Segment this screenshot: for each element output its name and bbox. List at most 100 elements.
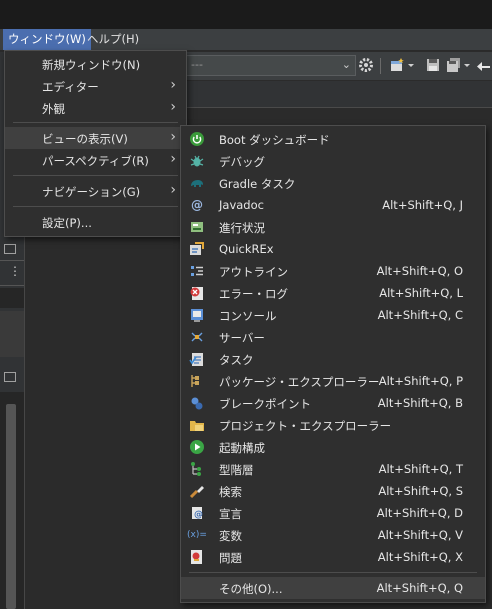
view-item-package-explorer[interactable]: パッケージ・エクスプローラー Alt+Shift+Q, P	[181, 370, 485, 392]
menu-item-label: 設定(P)...	[42, 216, 92, 230]
back-arrow-icon[interactable]	[476, 57, 492, 73]
divider	[0, 260, 24, 261]
declaration-icon: @	[189, 505, 205, 521]
view-item-tasks[interactable]: タスク	[181, 348, 485, 370]
menu-window[interactable]: ウィンドウ(W)	[3, 29, 91, 50]
menu-item-label: パースペクティブ(R)	[42, 154, 149, 168]
view-item-other[interactable]: その他(O)... Alt+Shift+Q, Q	[181, 577, 485, 599]
gear-icon[interactable]	[358, 57, 374, 73]
progress-icon	[189, 219, 205, 235]
vertical-scrollbar[interactable]	[6, 404, 16, 609]
menu-item-label: 外観	[42, 102, 65, 116]
menu-separator	[13, 175, 178, 176]
menu-item-navigation[interactable]: ナビゲーション(G) ›	[5, 180, 186, 202]
menu-bar: ウィンドウ(W) ヘルプ(H)	[0, 29, 492, 51]
view-item-project-explorer[interactable]: プロジェクト・エクスプローラー	[181, 414, 485, 436]
view-item-label: デバッグ	[219, 155, 265, 169]
window-title-bar	[0, 0, 492, 29]
view-item-shortcut: Alt+Shift+Q, C	[377, 308, 463, 322]
editor-tab-strip	[186, 81, 492, 108]
view-item-label: Gradle タスク	[219, 177, 296, 191]
dropdown-arrow-icon[interactable]	[407, 57, 415, 73]
view-item-outline[interactable]: アウトライン Alt+Shift+Q, O	[181, 260, 485, 282]
view-item-javadoc[interactable]: @ Javadoc Alt+Shift+Q, J	[181, 194, 485, 216]
view-item-error-log[interactable]: エラー・ログ Alt+Shift+Q, L	[181, 282, 485, 304]
toolbar-separator	[380, 58, 381, 74]
view-item-shortcut: Alt+Shift+Q, P	[378, 374, 463, 388]
menu-item-perspective[interactable]: パースペクティブ(R) ›	[5, 149, 186, 171]
view-body	[0, 311, 24, 357]
view-menu-icon[interactable]: ⋮	[9, 264, 21, 278]
view-item-label: ブレークポイント	[219, 397, 311, 411]
launch-target-combo[interactable]: --- ⌄	[186, 55, 356, 76]
restore-view-icon[interactable]	[4, 244, 16, 254]
variables-icon: (x)=	[187, 530, 207, 540]
view-item-label: 問題	[219, 551, 242, 565]
view-item-declaration[interactable]: @ 宣言 Alt+Shift+Q, D	[181, 502, 485, 524]
view-item-search[interactable]: 検索 Alt+Shift+Q, S	[181, 480, 485, 502]
view-item-breakpoints[interactable]: ブレークポイント Alt+Shift+Q, B	[181, 392, 485, 414]
view-item-shortcut: Alt+Shift+Q, T	[378, 462, 463, 476]
menu-item-label: ビューの表示(V)	[42, 132, 128, 146]
project-explorer-icon	[189, 417, 205, 433]
menu-help[interactable]: ヘルプ(H)	[82, 29, 144, 50]
problems-icon	[189, 549, 205, 565]
view-item-debug[interactable]: デバッグ	[181, 150, 485, 172]
view-item-shortcut: Alt+Shift+Q, S	[378, 484, 463, 498]
menu-separator	[189, 572, 477, 573]
view-item-quickrex[interactable]: QuickREx	[181, 238, 485, 260]
console-icon	[189, 307, 205, 323]
menu-item-label: 新規ウィンドウ(N)	[42, 58, 141, 72]
menu-item-new-window[interactable]: 新規ウィンドウ(N)	[5, 53, 186, 75]
divider	[0, 285, 24, 286]
menu-item-editor[interactable]: エディター ›	[5, 75, 186, 97]
view-item-label: パッケージ・エクスプローラー	[219, 375, 380, 389]
error-log-icon	[189, 285, 205, 301]
view-item-shortcut: Alt+Shift+Q, J	[382, 198, 463, 212]
view-item-label: 型階層	[219, 463, 254, 477]
view-item-shortcut: Alt+Shift+Q, X	[377, 550, 463, 564]
view-item-shortcut: Alt+Shift+Q, D	[376, 506, 463, 520]
save-icon[interactable]	[425, 57, 441, 73]
view-item-shortcut: Alt+Shift+Q, B	[377, 396, 463, 410]
view-item-launch-configurations[interactable]: 起動構成	[181, 436, 485, 458]
view-item-gradle-tasks[interactable]: Gradle タスク	[181, 172, 485, 194]
view-item-label: その他(O)...	[219, 582, 283, 596]
view-item-variables[interactable]: (x)= 変数 Alt+Shift+Q, V	[181, 524, 485, 546]
chevron-right-icon: ›	[170, 99, 176, 115]
view-item-shortcut: Alt+Shift+Q, V	[377, 528, 463, 542]
view-item-label: 宣言	[219, 507, 242, 521]
restore-view-icon[interactable]	[4, 372, 16, 382]
dropdown-arrow-icon[interactable]	[463, 57, 471, 73]
save-all-icon[interactable]	[446, 57, 462, 73]
view-item-label: コンソール	[219, 309, 277, 323]
chevron-right-icon: ›	[170, 151, 176, 167]
side-panel	[25, 260, 185, 609]
combo-value: ---	[191, 58, 203, 71]
view-item-servers[interactable]: サーバー	[181, 326, 485, 348]
menu-item-appearance[interactable]: 外観 ›	[5, 97, 186, 119]
view-item-type-hierarchy[interactable]: 型階層 Alt+Shift+Q, T	[181, 458, 485, 480]
view-item-label: 進行状況	[219, 221, 265, 235]
view-item-label: プロジェクト・エクスプローラー	[219, 419, 392, 433]
view-item-boot-dashboard[interactable]: Boot ダッシュボード	[181, 128, 485, 150]
javadoc-at-icon: @	[191, 198, 203, 212]
view-item-problems[interactable]: 問題 Alt+Shift+Q, X	[181, 546, 485, 568]
chevron-right-icon: ›	[170, 182, 176, 198]
view-item-shortcut: Alt+Shift+Q, L	[379, 286, 463, 300]
view-item-label: サーバー	[219, 331, 265, 345]
view-item-console[interactable]: コンソール Alt+Shift+Q, C	[181, 304, 485, 326]
menu-item-preferences[interactable]: 設定(P)...	[5, 211, 186, 233]
menu-item-label: エディター	[42, 80, 99, 94]
view-item-shortcut: Alt+Shift+Q, O	[376, 264, 463, 278]
servers-icon	[189, 329, 205, 345]
view-item-progress[interactable]: 進行状況	[181, 216, 485, 238]
view-item-label: 検索	[219, 485, 242, 499]
chevron-right-icon: ›	[170, 77, 176, 93]
menu-item-show-view[interactable]: ビューの表示(V) ›	[5, 127, 186, 149]
view-item-label: 起動構成	[219, 441, 265, 455]
quickrex-icon	[189, 241, 205, 257]
view-item-label: 変数	[219, 529, 242, 543]
new-icon[interactable]	[389, 57, 405, 73]
boot-dashboard-icon	[189, 131, 205, 147]
